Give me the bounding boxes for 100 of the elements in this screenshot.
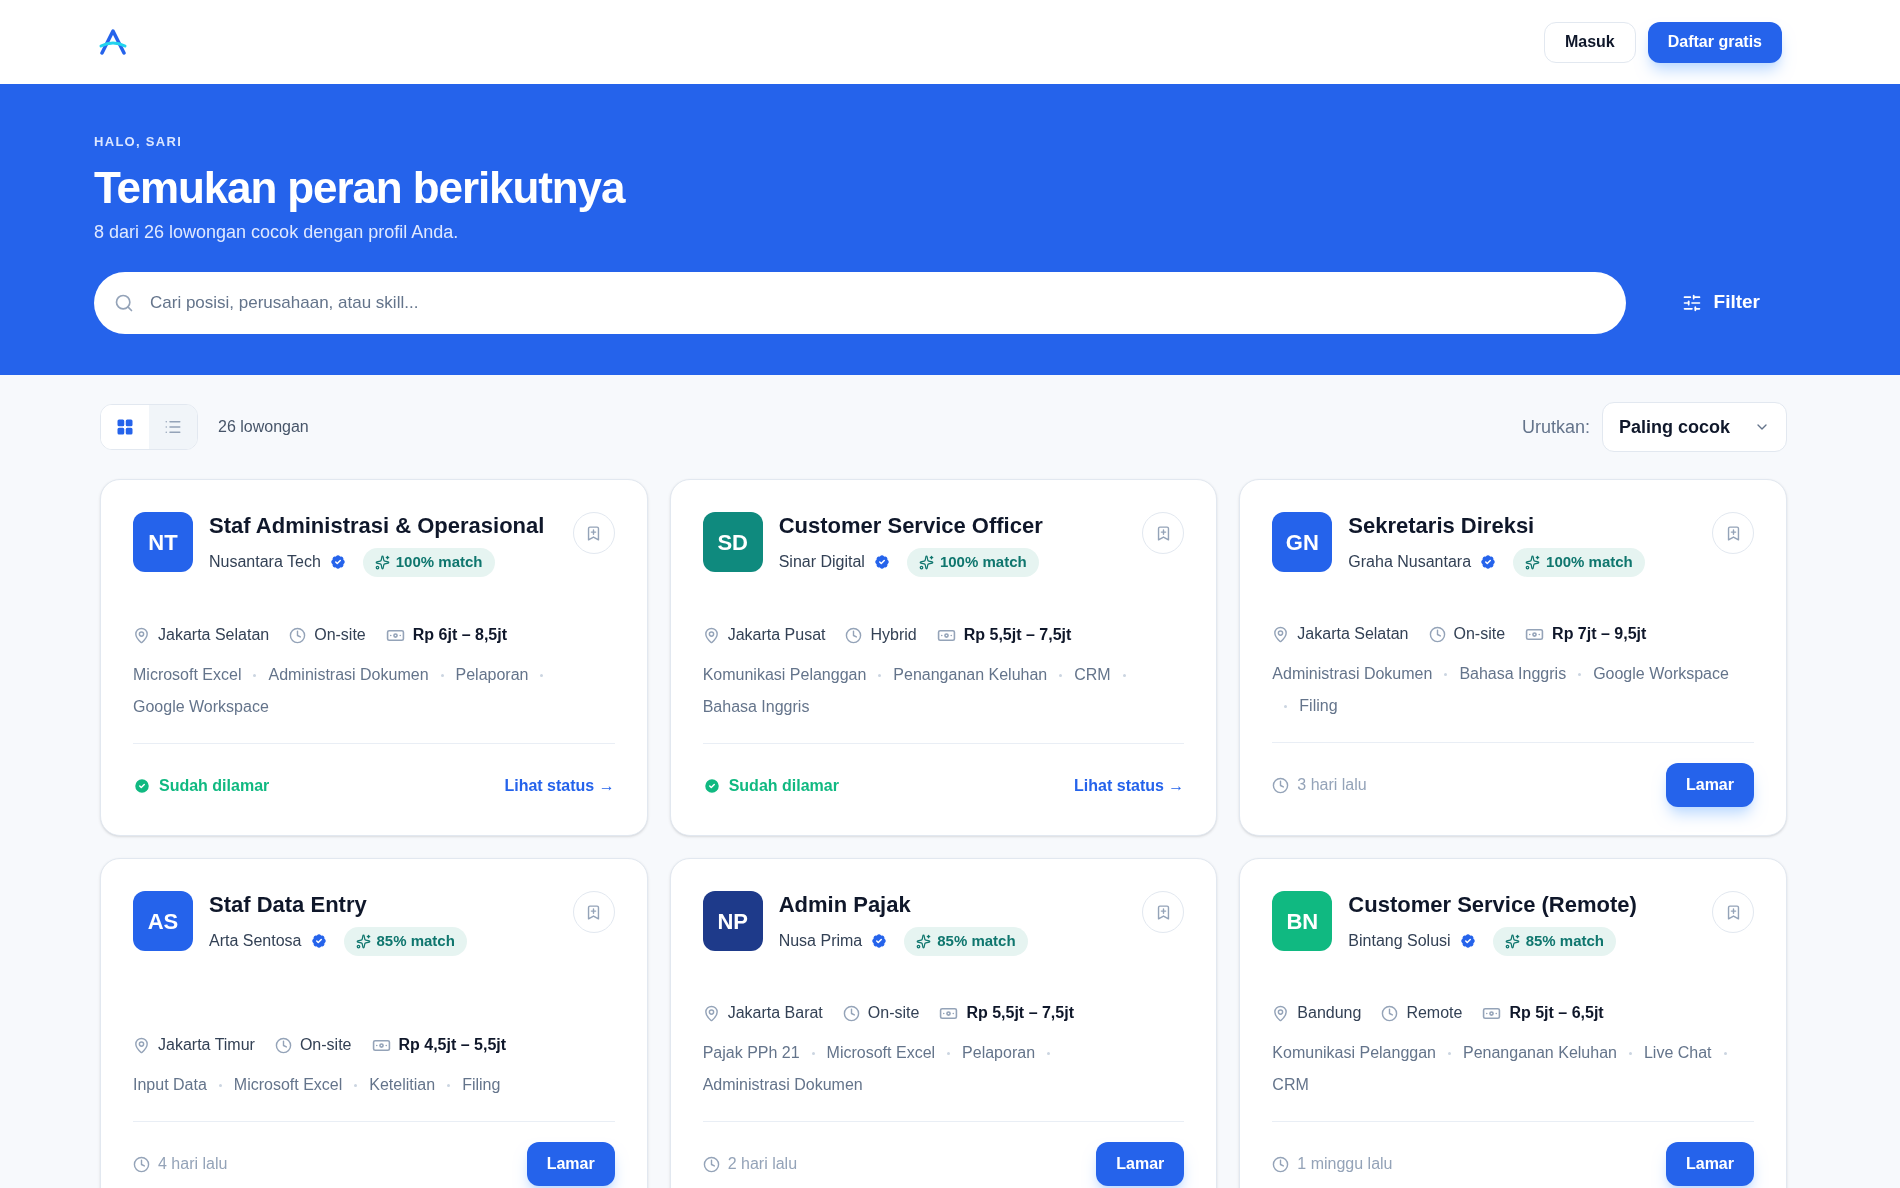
skill-tag: Bahasa Inggris [702, 695, 810, 719]
company-name: Nusa Prima [778, 931, 863, 952]
company-name: Graha Nusantara [1348, 552, 1472, 573]
job-location: Bandung [1297, 1003, 1362, 1023]
skill-tag: Filing [462, 1073, 501, 1097]
match-badge: 85% match [343, 927, 467, 956]
job-card[interactable]: AS Staf Data Entry Arta Sentosa 85% match Jakarta Timur On-site Rp 4,5jt – 5,5jt Input Data Microsoft Excel Ketelitian Filing 4 hari lalu Lamar [100, 858, 648, 1188]
clock-icon [702, 1155, 720, 1173]
company-name: Bintang Solusi [1348, 931, 1451, 952]
location-icon [1272, 625, 1290, 643]
location-icon [133, 1036, 150, 1054]
grid-icon [116, 418, 134, 436]
job-card[interactable]: BN Customer Service (Remote) Bintang Solusi 85% match Bandung Remote Rp 5jt – 6,5jt Komunikasi Pelanggan Penanganan Keluhan Live Chat CRM 1 minggu lalu Lamar [1239, 858, 1787, 1188]
company-logo: BN [1272, 891, 1333, 951]
list-icon [164, 418, 182, 436]
company-name: Arta Sentosa [209, 931, 302, 952]
work-mode: Remote [1406, 1003, 1463, 1023]
view-status-link[interactable]: Lihat status → [504, 773, 615, 798]
company-name: Nusantara Tech [209, 552, 321, 573]
signup-button[interactable]: Daftar gratis [1647, 21, 1782, 63]
sort-label: Urutkan: [1521, 415, 1590, 439]
skill-tag: Google Workspace [133, 695, 269, 719]
location-icon [1272, 1004, 1290, 1022]
salary-range: Rp 7jt – 9,5jt [1552, 624, 1647, 644]
work-mode: On-site [1453, 624, 1506, 644]
sparkle-icon [916, 933, 932, 949]
applied-status: Sudah dilamar [159, 775, 270, 796]
work-mode: On-site [314, 625, 366, 645]
skill-tag: Bahasa Inggris [1459, 662, 1567, 686]
skill-tag: Komunikasi Pelanggan [1272, 1041, 1436, 1065]
job-title[interactable]: Sekretaris Direksi [1348, 512, 1696, 540]
logo-icon[interactable] [98, 29, 128, 55]
check-icon [133, 776, 151, 795]
skill-tag: Filing [1299, 694, 1338, 718]
filter-button[interactable]: Filter [1665, 288, 1776, 317]
search-icon [114, 292, 134, 313]
page-title: Temukan peran berikutnya [94, 161, 627, 214]
salary-range: Rp 5,5jt – 7,5jt [963, 625, 1072, 645]
clock-icon [1272, 1155, 1290, 1173]
work-mode: On-site [867, 1003, 920, 1023]
skill-tag: Pajak PPh 21 [702, 1041, 800, 1065]
clock-icon [1428, 625, 1446, 643]
job-location: Jakarta Selatan [158, 625, 270, 645]
search-field[interactable]: Cari posisi, perusahaan, atau skill... [94, 271, 1626, 334]
work-mode: Hybrid [870, 625, 917, 645]
job-title[interactable]: Staf Administrasi & Operasional [209, 512, 557, 540]
job-card[interactable]: GN Sekretaris Direksi Graha Nusantara 100% match Jakarta Selatan On-site Rp 7jt – 9,5jt Administrasi Dokumen Bahasa Inggris Google Workspace Filing 3 hari lalu Lamar [1239, 479, 1787, 836]
job-card[interactable]: NT Staf Administrasi & Operasional Nusantara Tech 100% match Jakarta Selatan On-site Rp 6jt – 8,5jt Microsoft Excel Administrasi Dokumen Pelaporan Google Workspace Sudah dilamar Lihat status → [100, 479, 648, 836]
skill-tag: Microsoft Excel [133, 663, 242, 687]
skill-tag: CRM [1272, 1073, 1309, 1097]
apply-button[interactable]: Lamar [526, 1142, 615, 1186]
posted-time: 1 minggu lalu [1297, 1154, 1393, 1174]
clock-icon [133, 1155, 150, 1173]
login-button[interactable]: Masuk [1543, 21, 1636, 63]
company-logo: NT [133, 512, 193, 572]
job-card[interactable]: SD Customer Service Officer Sinar Digital 100% match Jakarta Pusat Hybrid Rp 5,5jt – 7,5jt Komunikasi Pelanggan Penanganan Keluhan CRM Bahasa Inggris Sudah dilamar Lihat status → [669, 479, 1218, 836]
job-title[interactable]: Admin Pajak [778, 891, 1127, 919]
skill-tag: Ketelitian [369, 1073, 436, 1097]
skill-tag: Administrasi Dokumen [702, 1073, 863, 1097]
job-title[interactable]: Staf Data Entry [209, 891, 557, 919]
skill-tag: Penanganan Keluhan [893, 663, 1048, 687]
skill-tag: Input Data [133, 1073, 207, 1097]
clock-icon [842, 1004, 860, 1022]
company-logo: GN [1272, 512, 1333, 572]
match-badge: 100% match [906, 548, 1039, 577]
view-status-link[interactable]: Lihat status → [1074, 773, 1185, 798]
company-name: Sinar Digital [778, 552, 865, 573]
check-icon [702, 776, 721, 795]
sparkle-icon [1504, 933, 1520, 949]
match-badge: 85% match [904, 927, 1028, 956]
sparkle-icon [1525, 554, 1541, 570]
apply-button[interactable]: Lamar [1096, 1142, 1185, 1186]
skill-tag: Microsoft Excel [826, 1041, 936, 1065]
greeting: HALO, SARI [94, 133, 184, 151]
match-badge: 100% match [1513, 548, 1645, 577]
apply-button[interactable]: Lamar [1665, 763, 1754, 807]
posted-time: 4 hari lalu [158, 1154, 228, 1174]
job-location: Jakarta Selatan [1297, 624, 1409, 644]
skill-tag: Administrasi Dokumen [1272, 662, 1433, 686]
job-title[interactable]: Customer Service (Remote) [1348, 891, 1696, 919]
location-icon [702, 1004, 720, 1022]
skill-tag: Live Chat [1643, 1041, 1712, 1065]
apply-button[interactable]: Lamar [1665, 1142, 1754, 1186]
skill-tag: Pelaporan [962, 1041, 1036, 1065]
skill-tag: Google Workspace [1593, 662, 1729, 686]
page-subtitle: 8 dari 26 lowongan cocok dengan profil Anda. [94, 220, 460, 244]
skill-tag: Pelaporan [455, 663, 529, 687]
sparkle-icon [918, 554, 934, 570]
company-logo: NP [702, 891, 763, 951]
job-title[interactable]: Customer Service Officer [778, 512, 1127, 540]
match-badge: 85% match [1492, 927, 1616, 956]
sort-dropdown[interactable]: Paling cocok [1601, 402, 1787, 452]
result-count: 26 lowongan [218, 417, 309, 437]
clock-icon [274, 1036, 292, 1054]
work-mode: On-site [299, 1035, 352, 1055]
applied-status: Sudah dilamar [728, 775, 839, 796]
skill-tag: Komunikasi Pelanggan [702, 663, 867, 687]
clock-icon [845, 626, 863, 644]
job-card[interactable]: NP Admin Pajak Nusa Prima 85% match Jakarta Barat On-site Rp 5,5jt – 7,5jt Pajak PPh 21 Microsoft Excel Pelaporan Administrasi Dokumen 2 hari lalu Lamar [669, 858, 1218, 1188]
company-logo: SD [702, 512, 763, 572]
